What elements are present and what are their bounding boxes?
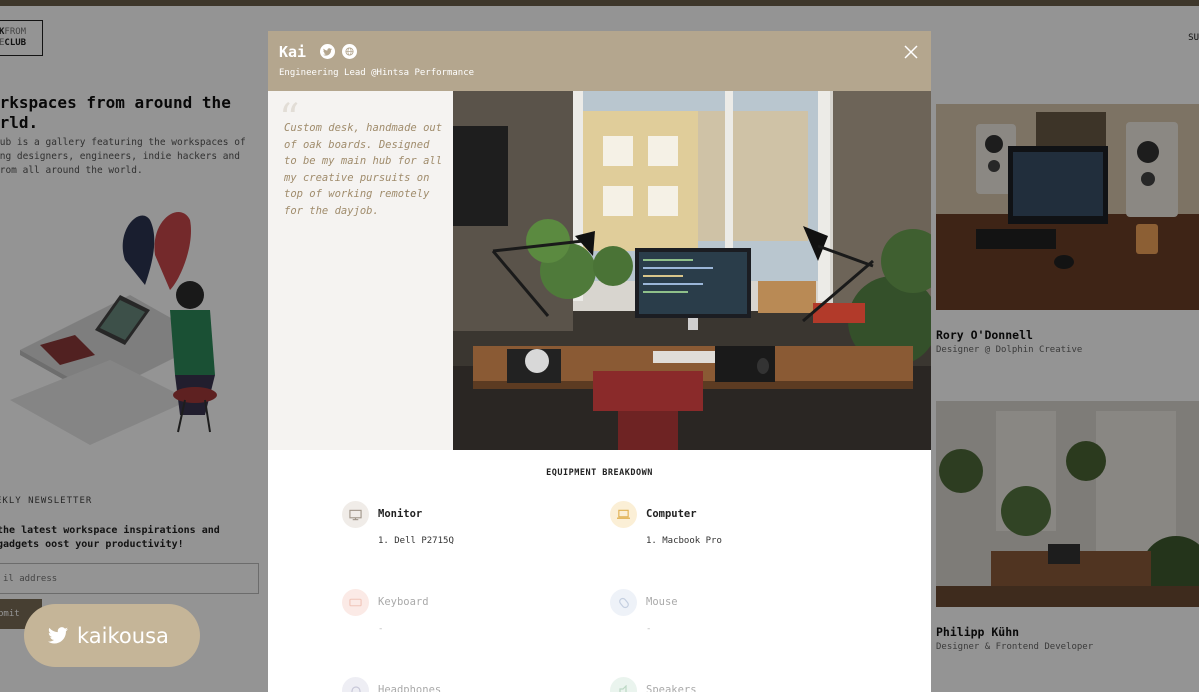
equipment-section-title: EQUIPMENT BREAKDOWN — [546, 468, 653, 478]
equipment-category: Speakers — [646, 684, 697, 692]
laptop-icon — [610, 501, 637, 528]
equipment-category: Computer — [646, 508, 697, 520]
speaker-icon — [610, 677, 637, 692]
workspace-quote: Custom desk, handmade out of oak boards.… — [284, 122, 443, 217]
close-icon[interactable] — [903, 44, 919, 60]
website-link[interactable] — [342, 44, 357, 59]
twitter-handle-pill[interactable]: kaikousa — [24, 604, 200, 667]
workspace-photo[interactable] — [453, 91, 931, 450]
equipment-item: 1. Dell P2715Q — [378, 536, 454, 546]
monitor-icon — [342, 501, 369, 528]
equipment-category: Keyboard — [378, 596, 429, 608]
equipment-category: Headphones — [378, 684, 442, 692]
equipment-item: - — [378, 624, 384, 634]
workspace-modal: Kai Engineering Lead @Hintsa Performance… — [268, 31, 931, 692]
globe-icon — [345, 47, 354, 56]
equipment-category: Mouse — [646, 596, 678, 608]
twitter-icon — [48, 627, 68, 644]
equipment-category: Monitor — [378, 508, 423, 520]
twitter-icon — [323, 47, 332, 56]
quote-panel: “ Custom desk, handmade out of oak board… — [268, 91, 453, 450]
mouse-icon — [610, 589, 637, 616]
headphones-icon — [342, 677, 369, 692]
twitter-handle: kaikousa — [77, 623, 169, 648]
equipment-item: 1. Macbook Pro — [646, 536, 722, 546]
twitter-link[interactable] — [320, 44, 335, 59]
keyboard-icon — [342, 589, 369, 616]
equipment-item: - — [646, 624, 652, 634]
profile-subtitle: Engineering Lead @Hintsa Performance — [279, 68, 475, 78]
profile-name: Kai — [279, 43, 307, 61]
modal-header: Kai Engineering Lead @Hintsa Performance — [268, 31, 931, 91]
